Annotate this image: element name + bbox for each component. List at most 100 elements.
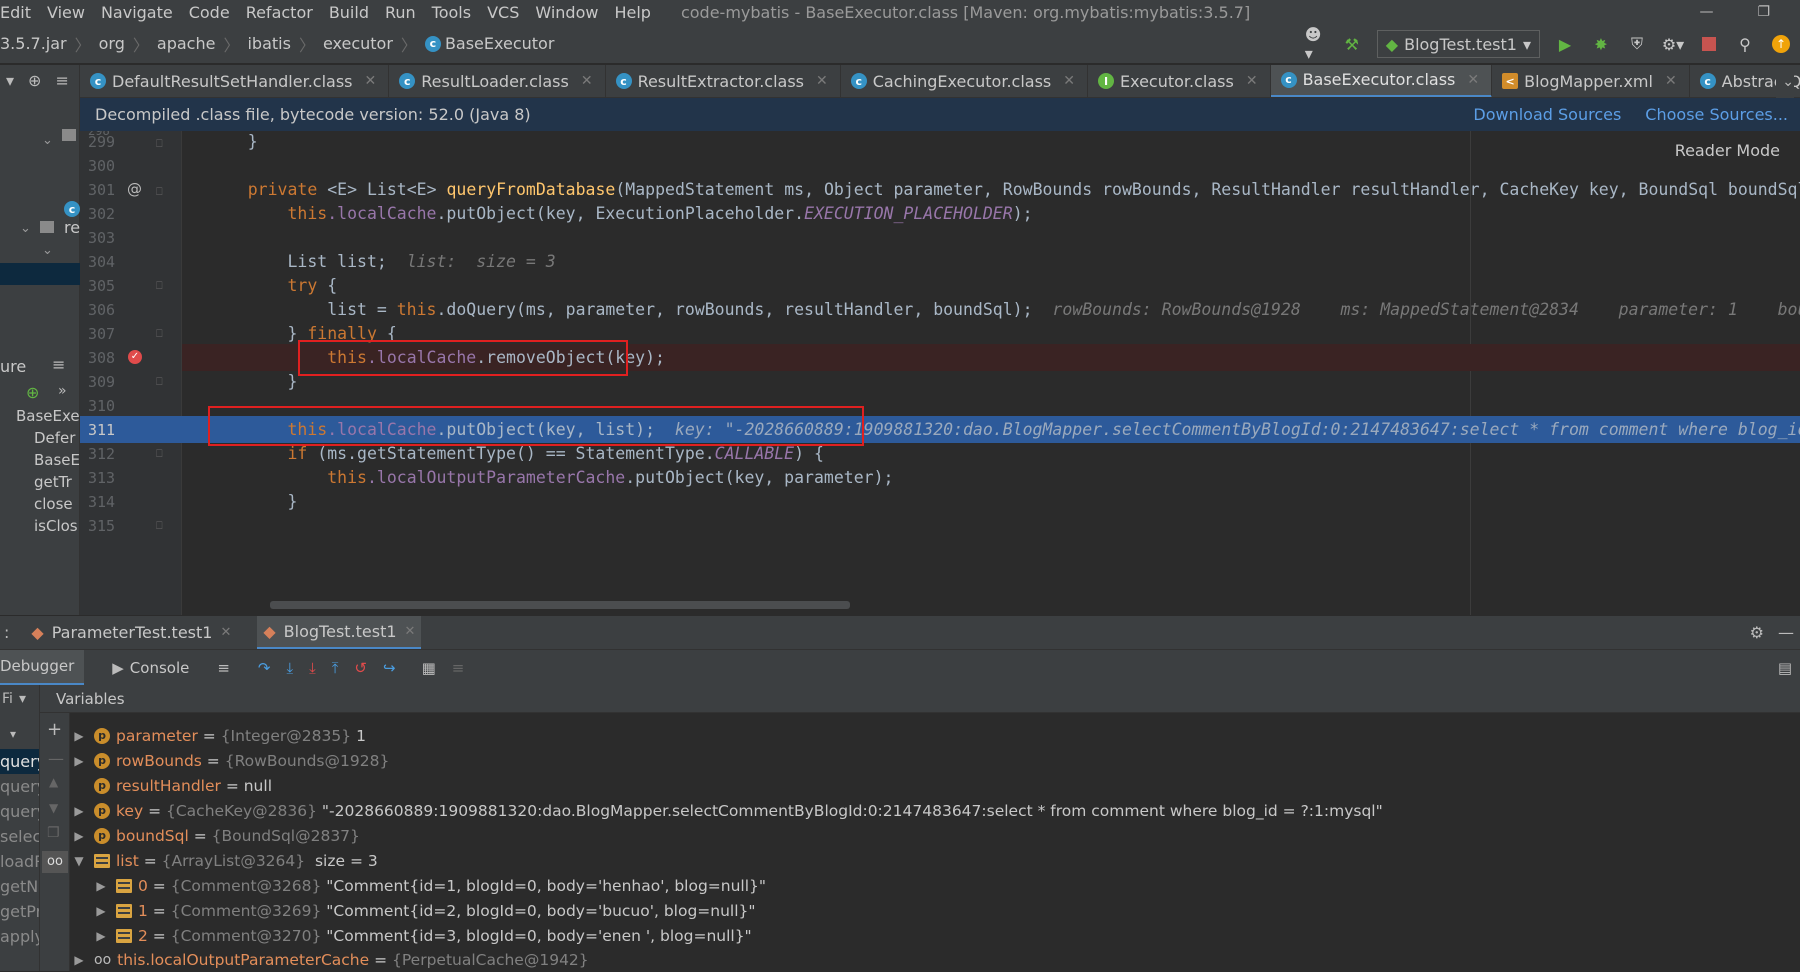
user-icon[interactable]: ☻▾ [1305, 25, 1327, 63]
menu-tools[interactable]: Tools [432, 3, 471, 22]
stop-icon[interactable] [1698, 33, 1720, 55]
close-icon[interactable]: ✕ [1665, 73, 1677, 89]
breadcrumb-apache[interactable]: apache [157, 34, 216, 53]
drop-frame-icon[interactable]: ↺ [354, 659, 367, 677]
structure-item-defer[interactable]: Defer [34, 429, 75, 447]
dropdown-arrow-icon[interactable]: ▾ [6, 71, 14, 90]
close-icon[interactable]: ✕ [405, 624, 416, 639]
menu-window[interactable]: Window [535, 3, 598, 22]
trace-icon[interactable]: ≡ [452, 659, 465, 677]
chevron-right-icon[interactable]: ▶ [70, 729, 88, 743]
minimize-icon[interactable]: — [1699, 4, 1713, 20]
run-icon[interactable]: ▶ [1554, 33, 1576, 55]
restore-icon[interactable]: ❐ [1757, 4, 1770, 20]
sort-icon[interactable]: ≡ [52, 355, 65, 374]
move-up-icon[interactable]: ▲ [49, 775, 58, 789]
close-icon[interactable]: ✕ [1246, 73, 1258, 89]
close-icon[interactable]: ✕ [1467, 72, 1479, 88]
editor-gutter[interactable]: 298 299 300 301 302 303 304 305 306 307 … [80, 131, 182, 615]
debugger-tab[interactable]: Debugger [0, 650, 85, 685]
menu-view[interactable]: View [47, 3, 85, 22]
structure-item-basee[interactable]: BaseE [34, 451, 80, 469]
debug-bug-icon[interactable]: ✸ [1590, 33, 1612, 55]
settings-gear-icon[interactable]: ⚙ [1750, 623, 1764, 642]
structure-item-isclos[interactable]: isClos [34, 517, 78, 535]
run-config-selector[interactable]: ◆ BlogTest.test1 ▾ [1376, 30, 1540, 58]
tree-item-re[interactable]: re [64, 218, 80, 237]
variable-row[interactable]: ▼ list = {ArrayList@3264} size = 3 [70, 848, 377, 873]
frames-filter[interactable]: Fi ▾ [0, 685, 39, 713]
force-step-into-icon[interactable]: ⤓ [309, 659, 316, 677]
coverage-icon[interactable]: ⛨ [1626, 33, 1648, 55]
chevron-right-icon[interactable]: ▶ [70, 953, 88, 967]
menu-vcs[interactable]: VCS [487, 3, 519, 22]
structure-item-baseexecutor[interactable]: BaseExec [16, 407, 88, 425]
close-icon[interactable]: ✕ [816, 73, 828, 89]
frame-item[interactable]: apply [0, 924, 39, 949]
inherited-icon[interactable]: ⊕ [26, 383, 39, 402]
variable-row[interactable]: ▶ 2 = {Comment@3270} "Comment{id=3, blog… [92, 923, 751, 948]
chevron-right-icon[interactable]: ▶ [70, 829, 88, 843]
menu-refactor[interactable]: Refactor [246, 3, 313, 22]
console-tab[interactable]: ▶ Console [112, 659, 189, 677]
variable-row[interactable]: p resultHandler = null [70, 773, 272, 798]
step-over-icon[interactable]: ↷ [258, 659, 271, 677]
chevron-down-icon[interactable]: ▼ [70, 854, 88, 868]
move-down-icon[interactable]: ▼ [49, 801, 58, 815]
variable-row[interactable]: ▶ oo this.localOutputParameterCache = {P… [70, 947, 588, 972]
frame-item[interactable]: loadR [0, 849, 39, 874]
chevron-right-icon[interactable]: ▶ [92, 879, 110, 893]
variable-row[interactable]: ▶ 1 = {Comment@3269} "Comment{id=2, blog… [92, 898, 755, 923]
hide-panel-icon[interactable]: — [1778, 623, 1794, 642]
menu-code[interactable]: Code [189, 3, 230, 22]
evaluate-icon[interactable]: ▦ [422, 659, 436, 677]
frame-item[interactable]: select [0, 824, 39, 849]
fold-icon[interactable]: ⎕ [156, 185, 163, 199]
remove-watch-icon[interactable]: — [48, 749, 64, 768]
download-sources-link[interactable]: Download Sources [1473, 105, 1621, 124]
breakpoint-icon[interactable]: ✓ [128, 350, 142, 364]
menu-navigate[interactable]: Navigate [101, 3, 173, 22]
close-icon[interactable]: ✕ [1063, 73, 1075, 89]
tab-blogtest[interactable]: ◆ BlogTest.test1 ✕ [257, 616, 422, 649]
chevron-right-icon[interactable]: ▶ [92, 929, 110, 943]
override-annotation-icon[interactable]: @ [127, 180, 142, 198]
frame-item[interactable]: query [0, 799, 39, 824]
more-icon[interactable]: » [58, 383, 67, 399]
chevron-right-icon[interactable]: ▶ [70, 754, 88, 768]
search-icon[interactable]: ⚲ [1734, 33, 1756, 55]
variable-row[interactable]: ▶ p parameter = {Integer@2835} 1 [70, 723, 366, 748]
glasses-icon[interactable]: oo [42, 851, 68, 873]
locate-icon[interactable]: ⊕ [28, 71, 41, 90]
collapse-all-icon[interactable]: ≡ [55, 71, 68, 90]
close-icon[interactable]: ✕ [365, 73, 377, 89]
tab-baseexecutor[interactable]: c BaseExecutor.class ✕ [1270, 65, 1493, 97]
tab-parametertest[interactable]: ◆ ParameterTest.test1 ✕ [31, 623, 231, 642]
close-icon[interactable]: ✕ [581, 73, 593, 89]
frame-item[interactable]: query [0, 749, 39, 774]
breadcrumb-executor[interactable]: executor [323, 34, 393, 53]
run-to-cursor-icon[interactable]: ↪ [383, 659, 396, 677]
fold-icon[interactable]: ⎕ [156, 279, 163, 293]
fold-icon[interactable]: ⎕ [156, 327, 163, 341]
choose-sources-link[interactable]: Choose Sources... [1645, 105, 1788, 124]
chevron-down-icon[interactable]: ⌄ [20, 221, 31, 236]
step-into-icon[interactable]: ⤓ [287, 659, 294, 677]
frame-item[interactable]: getN [0, 874, 39, 899]
menu-run[interactable]: Run [385, 3, 416, 22]
tab-blogmapper[interactable]: < BlogMapper.xml ✕ [1492, 65, 1690, 97]
breadcrumb-jar[interactable]: 3.5.7.jar [0, 34, 67, 53]
fold-icon[interactable]: ⎕ [156, 519, 163, 533]
frame-item[interactable]: getPr [0, 899, 39, 924]
tree-selected-row[interactable] [0, 263, 80, 285]
tab-defaultresultsethandler[interactable]: c DefaultResultSetHandler.class ✕ [80, 65, 390, 97]
structure-item-gettr[interactable]: getTr [34, 473, 72, 491]
tabs-dropdown-icon[interactable]: ⌄ [1776, 65, 1794, 98]
structure-item-close[interactable]: close [34, 495, 73, 513]
profile-icon[interactable]: ⚙▾ [1662, 33, 1684, 55]
update-icon[interactable]: ↑ [1770, 33, 1792, 55]
variable-row[interactable]: ▶ p key = {CacheKey@2836} "-2028660889:1… [70, 798, 1382, 823]
menu-help[interactable]: Help [614, 3, 650, 22]
menu-edit[interactable]: Edit [0, 3, 31, 22]
step-out-icon[interactable]: ⤒ [332, 659, 339, 677]
